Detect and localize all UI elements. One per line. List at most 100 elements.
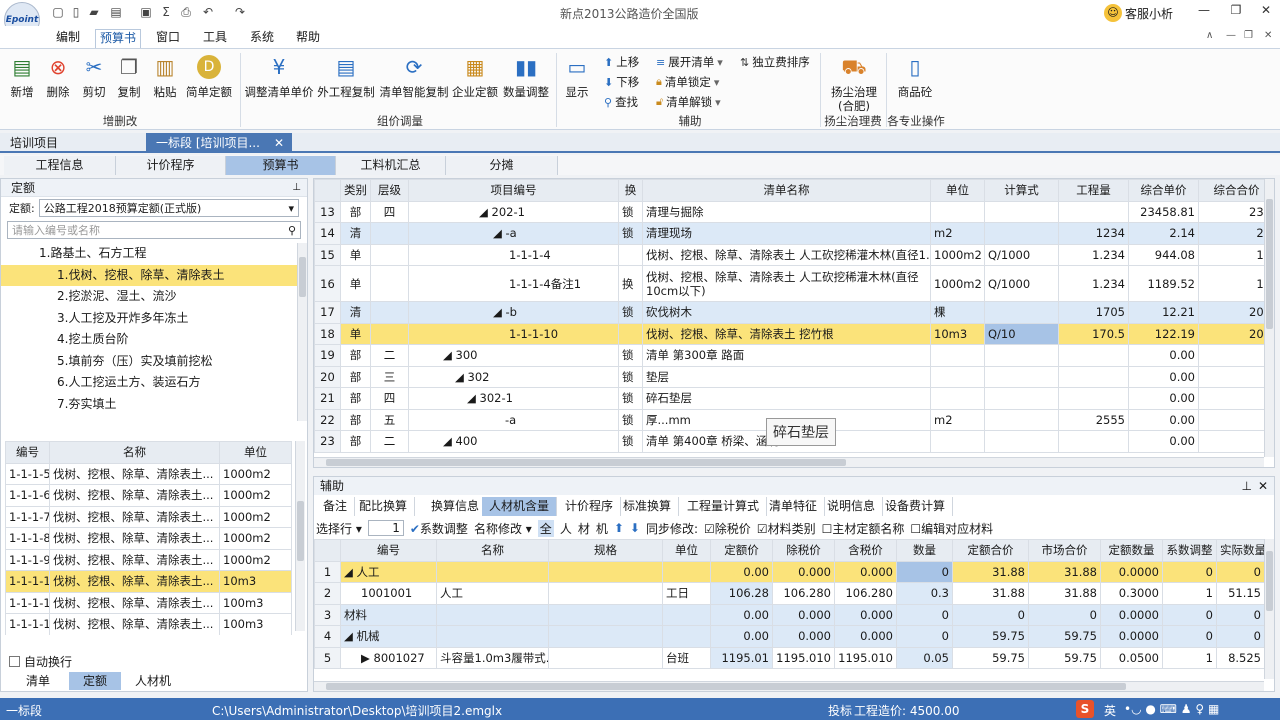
customer-service[interactable]: ☺ 客服小析 <box>1104 4 1173 22</box>
pin-icon[interactable]: ⊥ <box>292 179 301 197</box>
grid-cell[interactable]: 锁 <box>618 301 643 324</box>
grid-cell[interactable]: 23458.81 <box>1128 200 1199 223</box>
aux-cell[interactable] <box>548 625 663 648</box>
aux-tab-0[interactable]: 备注 <box>316 497 356 516</box>
aux-cell[interactable]: 1195.01 <box>710 646 773 669</box>
aux-cell[interactable]: 0.000 <box>772 560 835 583</box>
aux-header-4[interactable]: 单位 <box>662 539 711 562</box>
menu-bianzhi[interactable]: 编制 <box>52 29 84 48</box>
undo-icon[interactable]: ↶ <box>200 4 216 20</box>
table-row[interactable]: 3 材料 0.00 0.000 0.000 0 0 0 0.0000 0 0 <box>314 603 1265 626</box>
independent-fee-sort-button[interactable]: ⇅ 独立费排序 <box>740 54 810 70</box>
aux-tab-2[interactable]: 换算信息 <box>424 497 488 516</box>
aux-cell[interactable]: ◢ 机械 <box>340 625 437 648</box>
aux-cell[interactable]: 0.3 <box>896 582 953 605</box>
aux-vscrollbar[interactable] <box>1264 539 1274 679</box>
aux-cell[interactable] <box>548 560 663 583</box>
tree-item[interactable]: 2.挖淤泥、湿土、流沙 <box>1 286 307 308</box>
grid-cell[interactable]: 10m3 <box>930 322 985 345</box>
aux-cell[interactable]: 0 <box>1216 560 1265 583</box>
chk-main-material-name[interactable]: ☐主材定额名称 <box>822 520 905 537</box>
grid-cell[interactable]: 部 <box>340 430 371 453</box>
tab-pricing-procedure[interactable]: 计价程序 <box>116 156 226 175</box>
grid-cell[interactable]: 清 <box>340 301 371 324</box>
grid-cell[interactable]: 锁 <box>618 200 643 223</box>
grid-cell[interactable] <box>618 243 643 266</box>
grid-cell[interactable] <box>984 200 1059 223</box>
menu-system[interactable]: 系统 <box>246 29 278 48</box>
aux-cell[interactable]: 31.88 <box>1028 560 1101 583</box>
grid-cell[interactable] <box>1058 344 1129 367</box>
grid-cell[interactable]: 17 <box>314 301 341 324</box>
table-row[interactable]: 15 单 1-1-1-4 伐树、挖根、除草、清除表土 人工砍挖稀灌木林(直径1... 1… <box>314 243 1274 266</box>
coef-adjust-button[interactable]: ✔系数调整 <box>410 520 468 537</box>
table-row[interactable]: 1 ◢ 人工 0.00 0.000 0.000 0 31.88 31.88 0.0000 0 0 <box>314 560 1265 583</box>
cut-button[interactable]: ✂ 剪切 <box>78 53 110 99</box>
grid-cell[interactable] <box>1058 200 1129 223</box>
aux-cell[interactable]: 工日 <box>662 582 711 605</box>
grid-header-3[interactable]: 项目编号 <box>408 179 619 202</box>
search-icon[interactable]: ⚲ <box>288 224 296 237</box>
open-folder-icon[interactable]: ▰ <box>86 4 102 20</box>
aux-cell[interactable]: 51.15 <box>1216 582 1265 605</box>
grid-cell[interactable]: 1189.52 <box>1128 265 1199 302</box>
grid-cell[interactable] <box>1058 430 1129 453</box>
table-row[interactable]: 19 部二 ◢ 300 锁清单 第300章 路面 0.00 <box>314 344 1274 367</box>
grid-cell[interactable]: 碎石垫层 <box>642 387 931 410</box>
aux-cell[interactable]: 1 <box>1162 646 1217 669</box>
grid-cell[interactable] <box>984 408 1059 431</box>
grid-cell[interactable]: 1705 <box>1058 301 1129 324</box>
aux-cell[interactable]: 0.3000 <box>1100 582 1163 605</box>
grid-cell[interactable]: 14 <box>314 222 341 245</box>
grid-cell[interactable]: 22 <box>314 408 341 431</box>
aux-cell[interactable]: 0 <box>1162 625 1217 648</box>
aux-cell[interactable]: 0.000 <box>772 603 835 626</box>
table-row[interactable]: 1-1-1-11伐树、挖根、除草、清除表土...100m3 <box>5 591 292 614</box>
aux-cell[interactable]: 31.88 <box>952 582 1029 605</box>
aux-header-11[interactable]: 定额数量 <box>1100 539 1163 562</box>
aux-cell[interactable]: 0.00 <box>710 625 773 648</box>
ime-toolbar-icons[interactable]: •◡ ● ⌨ ♟ ♀ ▦ <box>1124 702 1219 716</box>
aux-cell[interactable] <box>548 603 663 626</box>
tree-item[interactable]: 6.人工挖运土方、装运石方 <box>1 372 307 394</box>
dust-control-button[interactable]: ⛟ 扬尘治理(合肥) <box>826 53 882 113</box>
doctab-project[interactable]: 培训项目 <box>0 133 146 153</box>
grid-cell[interactable] <box>930 200 985 223</box>
aux-cell[interactable] <box>662 625 711 648</box>
aux-cell[interactable]: 0.0500 <box>1100 646 1163 669</box>
aux-cell[interactable]: 5 <box>314 646 341 669</box>
aux-header-8[interactable]: 数量 <box>896 539 953 562</box>
grid-cell[interactable]: 0.00 <box>1128 344 1199 367</box>
tab-rencaiji[interactable]: 人材机 <box>123 672 183 690</box>
grid-cell[interactable]: 四 <box>370 200 409 223</box>
grid-cell[interactable] <box>370 301 409 324</box>
grid-cell[interactable]: 170.5 <box>1058 322 1129 345</box>
grid-cell[interactable]: 12.21 <box>1128 301 1199 324</box>
aux-tab-3[interactable]: 人材机含量 <box>482 497 558 516</box>
table-row-selected[interactable]: 1-1-1-10伐树、挖根、除草、清除表土...10m3 <box>5 570 292 593</box>
aux-tab-1[interactable]: 配比换算 <box>352 497 416 516</box>
quota-library-select[interactable]: 公路工程2018预算定额(正式版) ▾ <box>38 199 299 217</box>
grid-cell[interactable]: 清 <box>340 222 371 245</box>
aux-cell[interactable] <box>548 646 663 669</box>
print-icon[interactable]: ⎙ <box>178 4 194 20</box>
aux-tab-4[interactable]: 计价程序 <box>558 497 622 516</box>
aux-cell[interactable]: 斗容量1.0m3履带式... <box>436 646 549 669</box>
grid-cell[interactable]: 部 <box>340 344 371 367</box>
grid-cell[interactable]: 伐树、挖根、除草、清除表土 人工砍挖稀灌木林(直径10cm以下) <box>642 265 931 302</box>
aux-cell[interactable] <box>662 603 711 626</box>
unlock-list-button[interactable]: 🔓︎ 清单解锁 ▾ <box>656 94 721 110</box>
aux-cell[interactable]: 31.88 <box>952 560 1029 583</box>
grid-cell[interactable]: 1000m2 <box>930 265 985 302</box>
aux-cell[interactable]: 1 <box>314 560 341 583</box>
grid-cell[interactable]: ◢ 302 <box>408 365 619 388</box>
grid-cell[interactable] <box>1058 365 1129 388</box>
aux-header-3[interactable]: 规格 <box>548 539 663 562</box>
auto-wrap-checkbox[interactable]: 自动换行 <box>9 653 72 670</box>
grid-cell[interactable]: 1.234 <box>1058 243 1129 266</box>
aux-cell[interactable] <box>548 582 663 605</box>
grid-cell[interactable]: ◢ 202-1 <box>408 200 619 223</box>
grid-cell[interactable]: 0.00 <box>1128 430 1199 453</box>
aux-cell[interactable]: 0.0000 <box>1100 560 1163 583</box>
grid-cell[interactable] <box>984 430 1059 453</box>
